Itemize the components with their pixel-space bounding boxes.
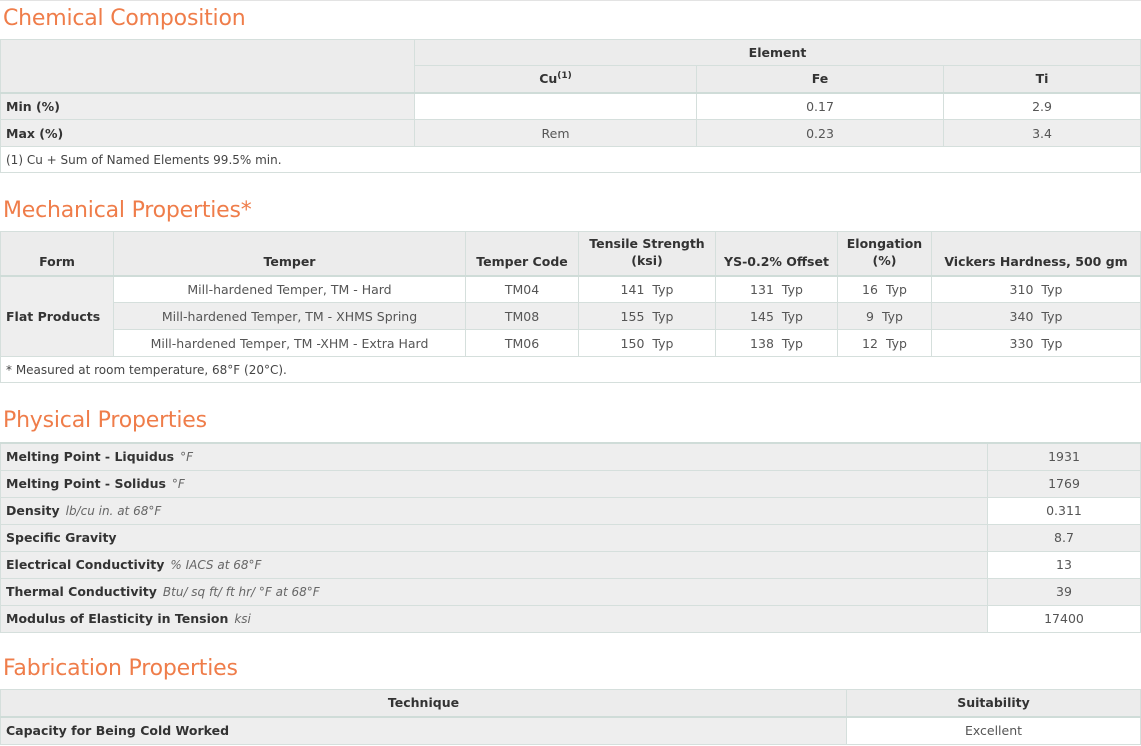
column-header-ti: Ti bbox=[942, 65, 1141, 93]
phys-label-solidus: Melting Point - Solidus °F bbox=[0, 469, 988, 498]
header-temper: Temper bbox=[113, 231, 466, 276]
physical-properties-heading: Physical Properties bbox=[3, 408, 207, 433]
header-tensile-strength: Tensile Strength (ksi) bbox=[578, 231, 716, 276]
vickers-row-2: 340 Typ bbox=[931, 302, 1141, 330]
phys-value-thermal-conductivity: 39 bbox=[987, 577, 1141, 606]
phys-value-liquidus: 1931 bbox=[987, 442, 1141, 471]
phys-value-solidus: 1769 bbox=[987, 469, 1141, 498]
phys-label-electrical-conductivity: Electrical Conductivity% IACS at 68°F bbox=[0, 550, 988, 579]
phys-label-specific-gravity: Specific Gravity bbox=[0, 523, 988, 552]
fabrication-properties-table: Technique Suitability Capacity for Being… bbox=[0, 689, 1141, 745]
temper-row-2: Mill-hardened Temper, TM - XHMS Spring bbox=[113, 302, 466, 330]
header-temper-code: Temper Code bbox=[465, 231, 579, 276]
header-technique: Technique bbox=[0, 689, 847, 717]
ys-row-3: 138 Typ bbox=[715, 329, 838, 357]
fab-technique-cold-worked: Capacity for Being Cold Worked bbox=[0, 716, 847, 745]
mechanical-footnote: * Measured at room temperature, 68°F (20… bbox=[0, 356, 1141, 383]
chem-corner-cell bbox=[0, 39, 415, 93]
header-vickers-hardness: Vickers Hardness, 500 gm bbox=[931, 231, 1141, 276]
header-form: Form bbox=[0, 231, 114, 276]
ys-row-1: 131 Typ bbox=[715, 275, 838, 303]
fabrication-properties-heading: Fabrication Properties bbox=[3, 656, 238, 681]
form-flat-products: Flat Products bbox=[0, 275, 114, 357]
mechanical-properties-heading: Mechanical Properties* bbox=[3, 198, 252, 223]
phys-value-density: 0.311 bbox=[987, 496, 1141, 525]
cell-min-ti: 2.9 bbox=[942, 92, 1141, 120]
chemical-composition-heading: Chemical Composition bbox=[3, 6, 246, 31]
mechanical-properties-table: Form Temper Temper Code Tensile Strength… bbox=[0, 231, 1141, 383]
phys-label-modulus-elasticity: Modulus of Elasticity in Tension ksi bbox=[0, 604, 988, 633]
tensile-row-3: 150 Typ bbox=[578, 329, 716, 357]
elong-row-1: 16 Typ bbox=[837, 275, 932, 303]
column-header-cu: Cu(1) bbox=[414, 65, 697, 93]
vickers-row-3: 330 Typ bbox=[931, 329, 1141, 357]
cell-max-cu: Rem bbox=[414, 119, 697, 147]
tensile-row-1: 141 Typ bbox=[578, 275, 716, 303]
phys-value-modulus-elasticity: 17400 bbox=[987, 604, 1141, 633]
top-divider bbox=[0, 0, 1141, 1]
temper-code-row-3: TM06 bbox=[465, 329, 579, 357]
chemical-footnote: (1) Cu + Sum of Named Elements 99.5% min… bbox=[0, 146, 1141, 173]
phys-label-liquidus: Melting Point - Liquidus °F bbox=[0, 442, 988, 471]
phys-value-electrical-conductivity: 13 bbox=[987, 550, 1141, 579]
temper-code-row-1: TM04 bbox=[465, 275, 579, 303]
cell-max-ti: 3.4 bbox=[942, 119, 1141, 147]
ys-row-2: 145 Typ bbox=[715, 302, 838, 330]
vickers-row-1: 310 Typ bbox=[931, 275, 1141, 303]
elong-row-3: 12 Typ bbox=[837, 329, 932, 357]
fab-suitability-cold-worked: Excellent bbox=[846, 716, 1141, 745]
cell-min-cu bbox=[414, 92, 697, 120]
cell-min-fe: 0.17 bbox=[696, 92, 944, 120]
phys-value-specific-gravity: 8.7 bbox=[987, 523, 1141, 552]
header-ys-offset: YS-0.2% Offset bbox=[715, 231, 838, 276]
row-label-min: Min (%) bbox=[0, 92, 415, 120]
header-suitability: Suitability bbox=[846, 689, 1141, 717]
element-group-header: Element bbox=[413, 39, 1141, 66]
header-elongation: Elongation (%) bbox=[837, 231, 932, 276]
chemical-composition-table: Element Cu(1) Fe Ti Min (%) 0.17 2.9 Max… bbox=[0, 39, 1141, 173]
tensile-row-2: 155 Typ bbox=[578, 302, 716, 330]
row-label-max: Max (%) bbox=[0, 119, 415, 147]
temper-code-row-2: TM08 bbox=[465, 302, 579, 330]
elong-row-2: 9 Typ bbox=[837, 302, 932, 330]
temper-row-3: Mill-hardened Temper, TM -XHM - Extra Ha… bbox=[113, 329, 466, 357]
column-header-fe: Fe bbox=[696, 65, 944, 93]
cell-max-fe: 0.23 bbox=[696, 119, 944, 147]
phys-label-density: Density lb/cu in. at 68°F bbox=[0, 496, 988, 525]
temper-row-1: Mill-hardened Temper, TM - Hard bbox=[113, 275, 466, 303]
physical-properties-table: Melting Point - Liquidus °F 1931 Melting … bbox=[0, 442, 1141, 633]
phys-label-thermal-conductivity: Thermal Conductivity Btu/ sq ft/ ft hr/ °… bbox=[0, 577, 988, 606]
